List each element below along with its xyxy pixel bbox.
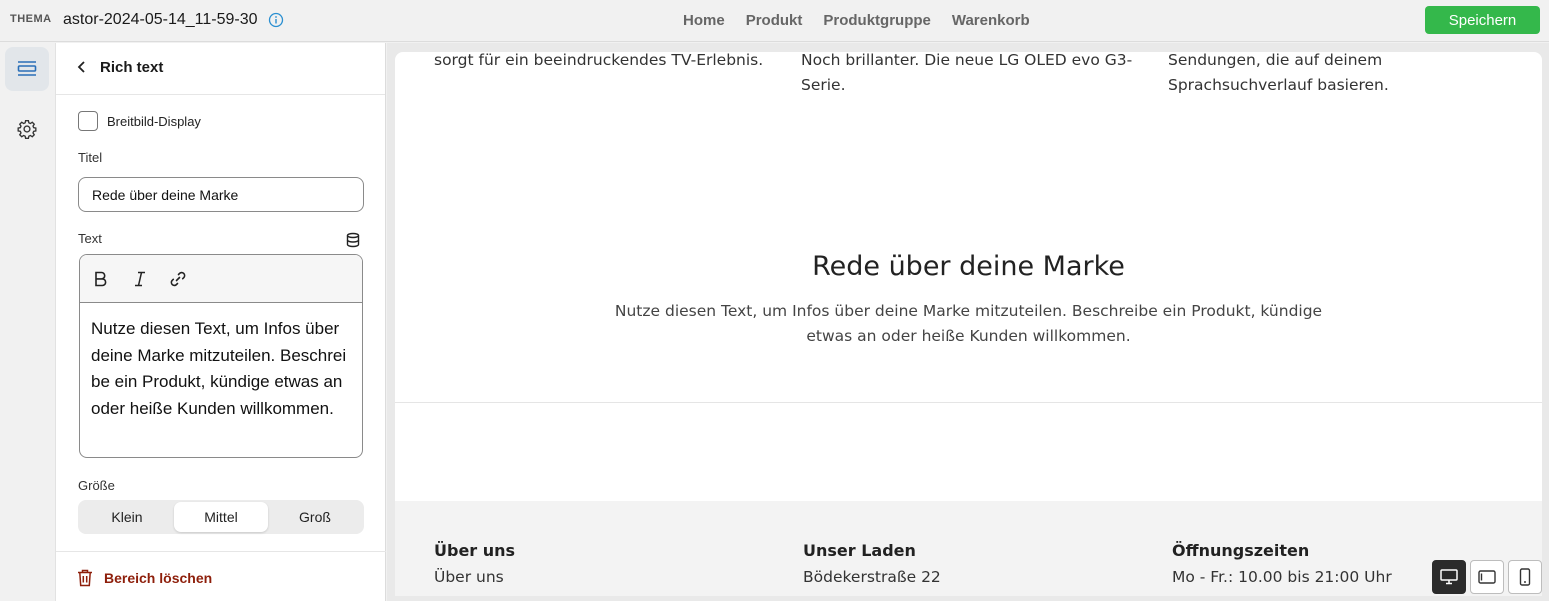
- theme-label: THEMA: [10, 13, 52, 25]
- size-label: Größe: [78, 478, 115, 493]
- footer-column-about: Über uns Über uns: [434, 541, 515, 586]
- text-label: Text: [78, 231, 102, 246]
- mobile-view-button[interactable]: [1508, 560, 1542, 594]
- footer-heading: Öffnungszeiten: [1172, 541, 1310, 560]
- widescreen-checkbox[interactable]: [78, 111, 98, 131]
- footer-column-store: Unser Laden Bödekerstraße 22: [803, 541, 941, 586]
- panel-header: Rich text: [56, 43, 385, 95]
- back-icon[interactable]: [75, 60, 89, 74]
- title-label: Titel: [78, 150, 103, 165]
- rich-text-body[interactable]: Nutze diesen Text, um Infos über deine M…: [610, 299, 1327, 349]
- settings-button[interactable]: [5, 107, 49, 151]
- nav-home[interactable]: Home: [683, 12, 725, 29]
- page-nav: Home Produkt Produktgruppe Warenkorb: [683, 12, 1030, 29]
- mobile-icon: [1519, 568, 1531, 586]
- size-segmented-control: Klein Mittel Groß: [78, 500, 364, 534]
- sections-icon: [17, 61, 37, 76]
- feature-column-1: sorgt für ein beeindruckendes TV-Erlebni…: [434, 52, 763, 73]
- editor-toolbar: [80, 255, 362, 303]
- widescreen-row[interactable]: Breitbild-Display: [78, 111, 201, 131]
- icon-rail: [0, 43, 56, 601]
- dynamic-source-icon[interactable]: [345, 232, 361, 248]
- feature-column-3: Sendungen, die auf deinem Sprachsuchverl…: [1168, 52, 1389, 98]
- feature-text-line: Sendungen, die auf deinem: [1168, 52, 1383, 69]
- settings-panel: Rich text Breitbild-Display Titel Text N…: [56, 43, 386, 601]
- footer-heading: Über uns: [434, 541, 516, 560]
- footer-link[interactable]: Über uns: [434, 568, 515, 586]
- footer-address: Bödekerstraße 22: [803, 568, 941, 586]
- desktop-icon: [1440, 569, 1458, 585]
- widescreen-label: Breitbild-Display: [107, 113, 201, 129]
- title-input[interactable]: [78, 177, 364, 212]
- bold-icon[interactable]: [89, 267, 113, 291]
- preview-area: sorgt für ein beeindruckendes TV-Erlebni…: [387, 43, 1549, 601]
- delete-section-button[interactable]: Bereich löschen: [77, 569, 212, 587]
- feature-column-2: Noch brillanter. Die neue LG OLED evo G3…: [801, 52, 1132, 98]
- size-option-klein[interactable]: Klein: [80, 502, 174, 532]
- feature-text-line: Noch brillanter. Die neue LG OLED evo G3…: [801, 52, 1133, 69]
- footer-column-hours: Öffnungszeiten Mo - Fr.: 10.00 bis 21:00…: [1172, 541, 1392, 586]
- footer-heading: Unser Laden: [803, 541, 916, 560]
- nav-produkt[interactable]: Produkt: [746, 12, 803, 29]
- delete-section-label: Bereich löschen: [104, 570, 213, 586]
- theme-name: astor-2024-05-14_11-59-30: [63, 11, 258, 28]
- nav-produktgruppe[interactable]: Produktgruppe: [823, 12, 931, 29]
- sections-button[interactable]: [5, 47, 49, 91]
- desktop-view-button[interactable]: [1432, 560, 1466, 594]
- gear-icon: [17, 120, 37, 139]
- save-button[interactable]: Speichern: [1425, 6, 1540, 34]
- section-divider: [395, 402, 1542, 403]
- feature-text-line: Serie.: [801, 76, 846, 94]
- panel-divider: [56, 551, 386, 552]
- link-icon[interactable]: [166, 267, 190, 291]
- info-icon[interactable]: [268, 12, 284, 28]
- size-option-gross[interactable]: Groß: [268, 502, 362, 532]
- size-option-mittel[interactable]: Mittel: [174, 502, 268, 532]
- editor-content[interactable]: Nutze diesen Text, um Infos über deine M…: [80, 303, 362, 435]
- rich-text-heading[interactable]: Rede über deine Marke: [395, 251, 1542, 282]
- footer-hours: Mo - Fr.: 10.00 bis 21:00 Uhr: [1172, 568, 1392, 586]
- nav-warenkorb[interactable]: Warenkorb: [952, 12, 1030, 29]
- trash-icon: [78, 569, 92, 587]
- tablet-icon: [1478, 570, 1496, 584]
- top-bar: THEMA astor-2024-05-14_11-59-30 Home Pro…: [0, 0, 1549, 42]
- panel-title: Rich text: [100, 59, 164, 76]
- footer: Über uns Über uns Unser Laden Bödekerstr…: [395, 501, 1542, 596]
- device-switcher: [1432, 560, 1542, 594]
- feature-text-line: sorgt für ein beeindruckendes TV-Erlebni…: [434, 52, 764, 69]
- feature-text-line: Sprachsuchverlauf basieren.: [1168, 76, 1389, 94]
- rich-text-editor: Nutze diesen Text, um Infos über deine M…: [79, 254, 363, 458]
- italic-icon[interactable]: [128, 267, 152, 291]
- tablet-view-button[interactable]: [1470, 560, 1504, 594]
- store-preview: sorgt für ein beeindruckendes TV-Erlebni…: [395, 52, 1542, 596]
